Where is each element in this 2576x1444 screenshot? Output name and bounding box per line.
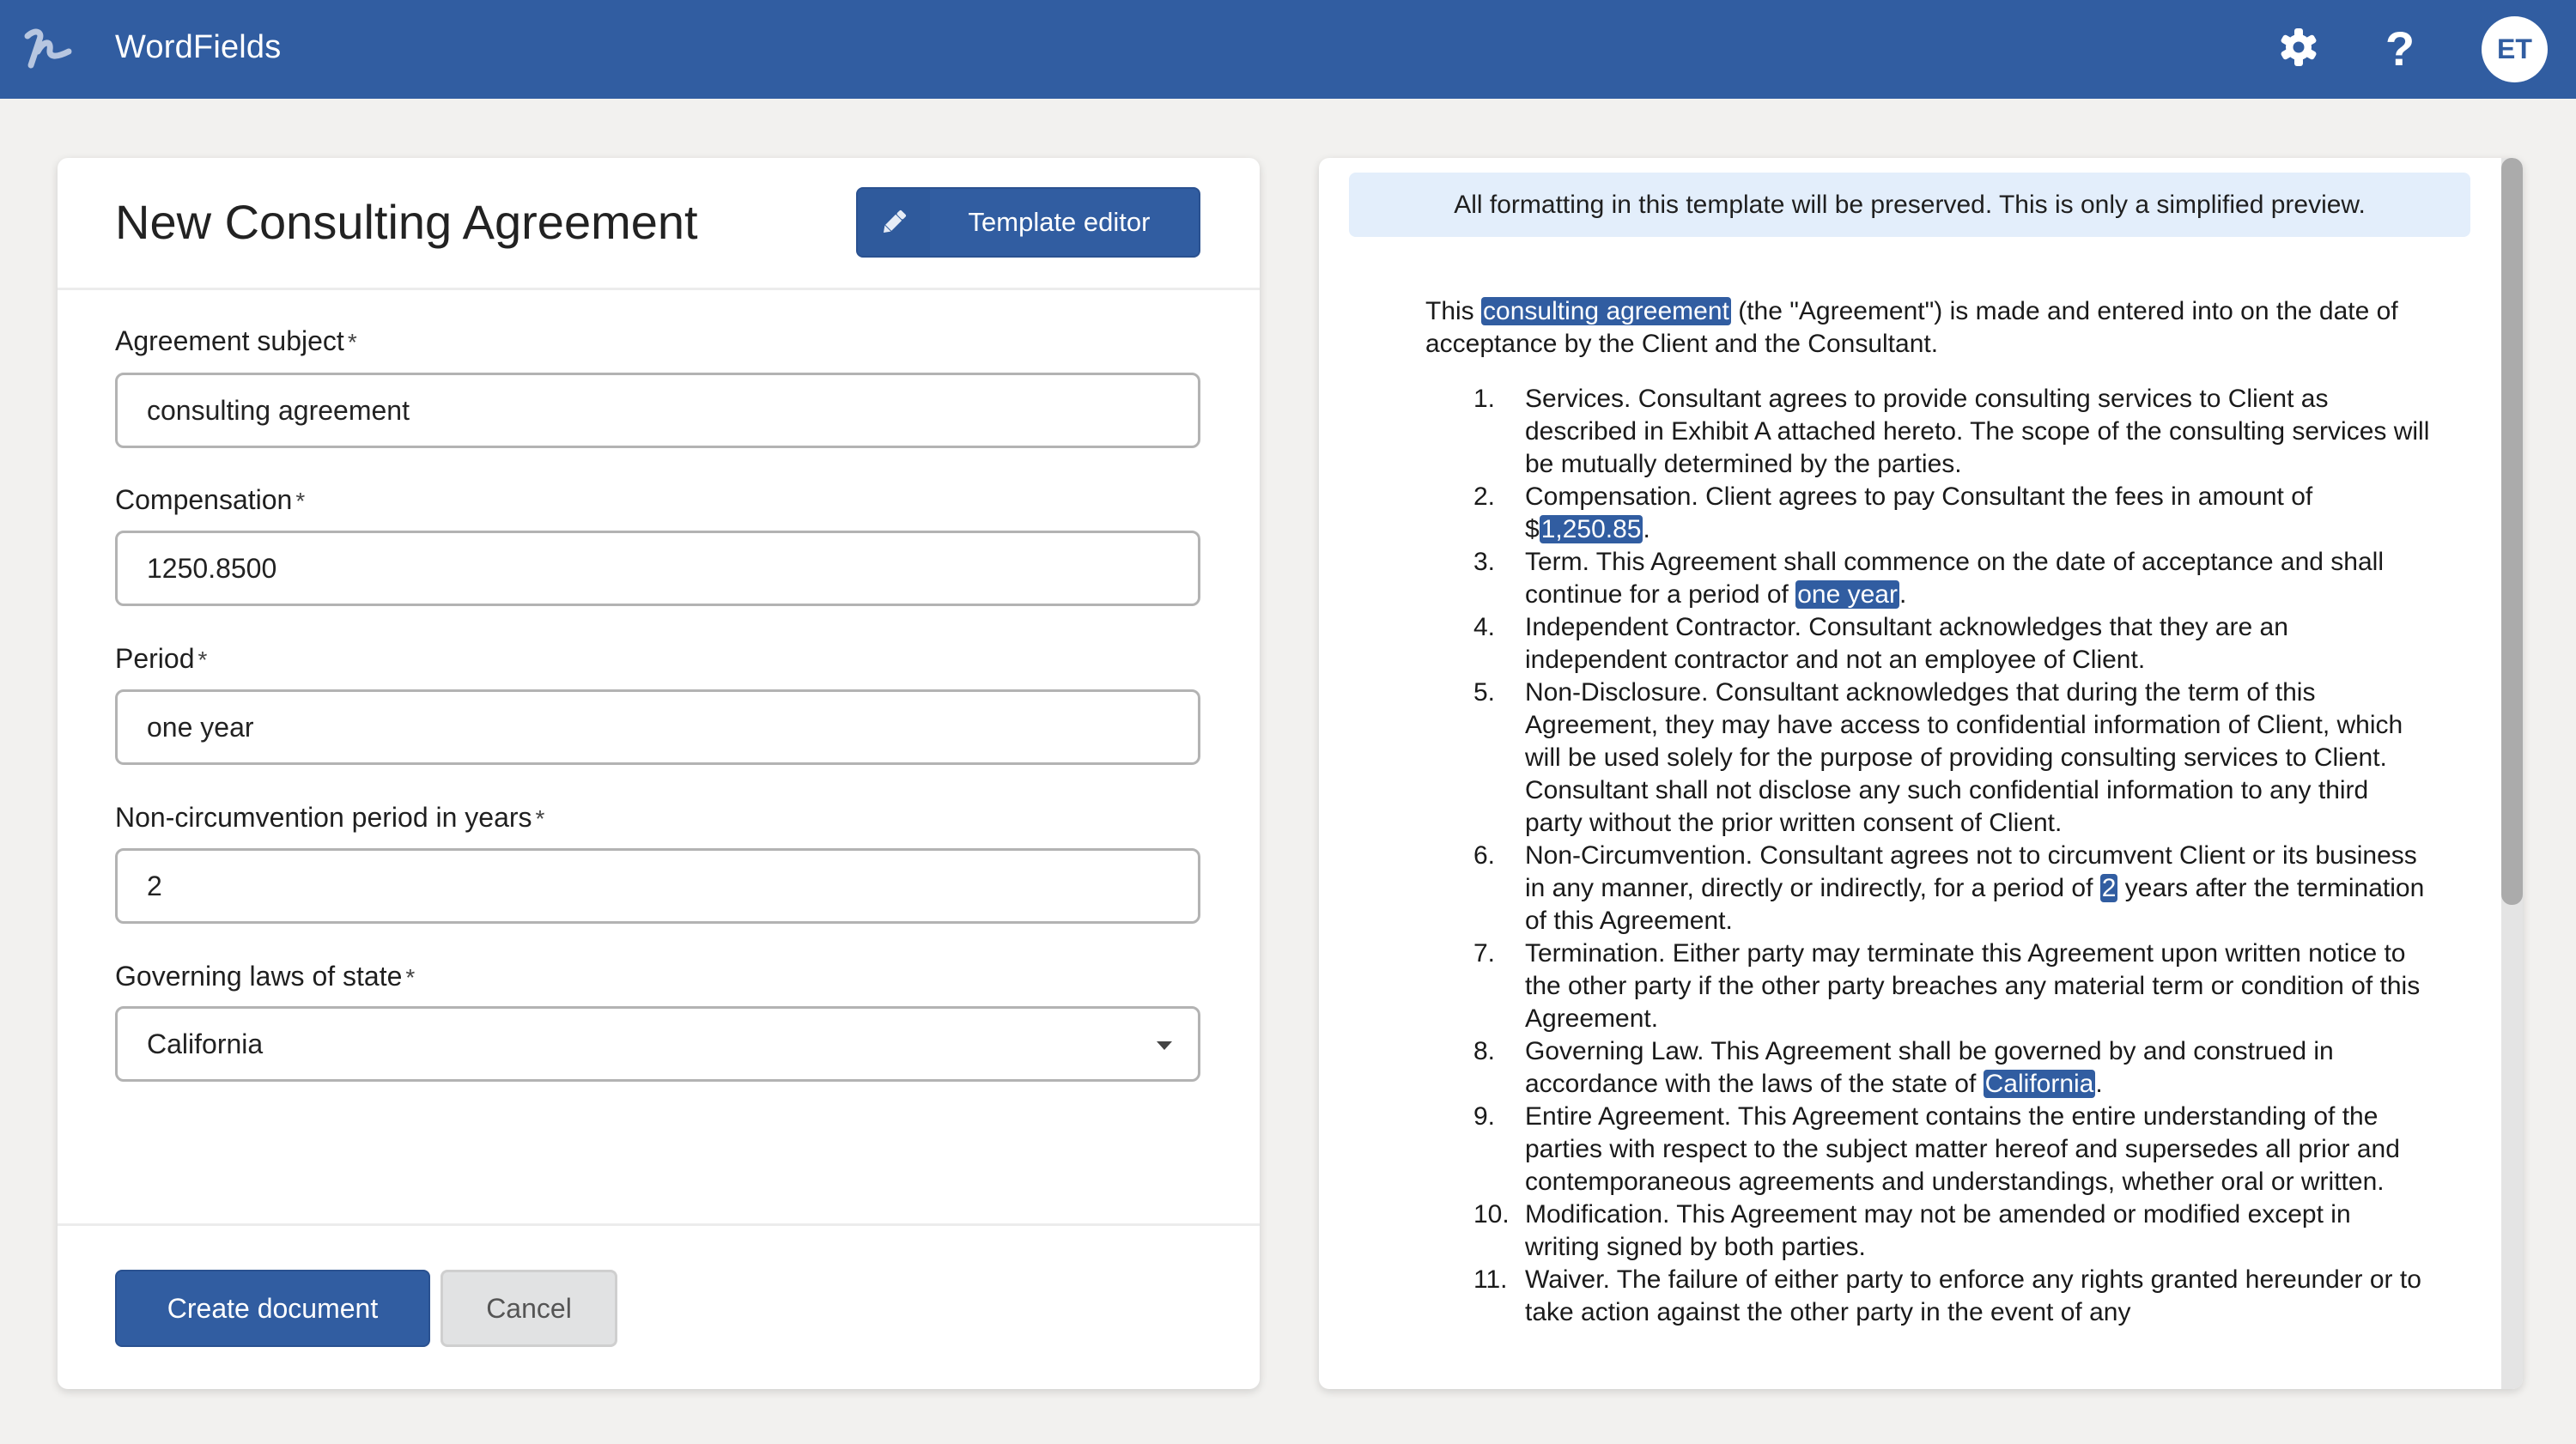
footer-divider xyxy=(58,1223,1260,1226)
clause-item: 3. Term. This Agreement shall commence on… xyxy=(1473,548,2385,609)
placeholder-highlight[interactable]: consulting agreement xyxy=(1481,297,1731,325)
clause-item: 2. Compensation. Client agrees to pay Con… xyxy=(1473,482,2313,543)
clause-item: 10. Modification. This Agreement may not … xyxy=(1473,1200,2351,1261)
governing-law-label: Governing laws of state * xyxy=(115,961,416,992)
gear-icon xyxy=(2278,27,2319,72)
preview-info-banner: All formatting in this template will be … xyxy=(1349,173,2470,237)
document-preview: This consulting agreement (the "Agreemen… xyxy=(1425,295,2430,1329)
clause-item: 4. Independent Contractor. Consultant ack… xyxy=(1473,613,2288,674)
clause-item: 7. Termination. Either party may terminat… xyxy=(1473,939,2421,1033)
template-editor-label: Template editor xyxy=(968,207,1151,237)
period-input[interactable] xyxy=(115,689,1200,765)
top-bar: WordFields ? ET xyxy=(0,0,2576,99)
app-title[interactable]: WordFields xyxy=(115,29,281,66)
compensation-label: Compensation * xyxy=(115,484,306,515)
header-divider xyxy=(58,288,1260,290)
user-avatar[interactable]: ET xyxy=(2482,16,2548,82)
clause-item: 5. Non-Disclosure. Consultant acknowledge… xyxy=(1473,678,2403,837)
placeholder-highlight[interactable]: 1,250.85 xyxy=(1539,515,1643,543)
preview-scrollbar[interactable] xyxy=(2501,158,2523,1389)
governing-law-select[interactable]: California xyxy=(115,1006,1200,1082)
help-button[interactable]: ? xyxy=(2377,21,2423,76)
placeholder-highlight[interactable]: one year xyxy=(1795,580,1899,609)
chevron-down-icon xyxy=(1157,1041,1172,1050)
agreement-subject-label: Agreement subject * xyxy=(115,325,357,356)
clause-list: 1. Services. Consultant agrees to provide… xyxy=(1425,383,2430,1329)
intro-paragraph: This consulting agreement (the "Agreemen… xyxy=(1425,297,2398,358)
clause-item: 8. Governing Law. This Agreement shall be… xyxy=(1473,1037,2334,1098)
clause-item: 6. Non-Circumvention. Consultant agrees n… xyxy=(1473,841,2425,935)
clause-item: 1. Services. Consultant agrees to provide… xyxy=(1473,385,2430,478)
create-document-button[interactable]: Create document xyxy=(115,1270,430,1347)
clause-item: 9. Entire Agreement. This Agreement conta… xyxy=(1473,1102,2400,1196)
clause-item: 11. Waiver. The failure of either party t… xyxy=(1473,1265,2421,1326)
agreement-form-card: New Consulting Agreement Template editor… xyxy=(58,158,1260,1389)
non-circumvention-input[interactable] xyxy=(115,848,1200,924)
placeholder-highlight[interactable]: 2 xyxy=(2099,874,2118,902)
non-circumvention-label: Non-circumvention period in years * xyxy=(115,802,545,833)
agreement-subject-input[interactable] xyxy=(115,373,1200,448)
settings-button[interactable] xyxy=(2275,26,2322,72)
scrollbar-thumb[interactable] xyxy=(2501,158,2523,905)
governing-law-value: California xyxy=(147,1028,264,1059)
template-editor-button[interactable]: Template editor xyxy=(856,187,1200,258)
question-mark-icon: ? xyxy=(2385,21,2415,76)
pencil-icon xyxy=(858,189,930,256)
placeholder-highlight[interactable]: California xyxy=(1983,1070,2096,1098)
period-label: Period * xyxy=(115,643,208,674)
form-title: New Consulting Agreement xyxy=(115,195,698,249)
document-preview-card: All formatting in this template will be … xyxy=(1319,158,2523,1389)
wordfields-logo-icon[interactable] xyxy=(22,26,74,72)
compensation-input[interactable] xyxy=(115,531,1200,606)
cancel-button[interactable]: Cancel xyxy=(440,1270,617,1347)
